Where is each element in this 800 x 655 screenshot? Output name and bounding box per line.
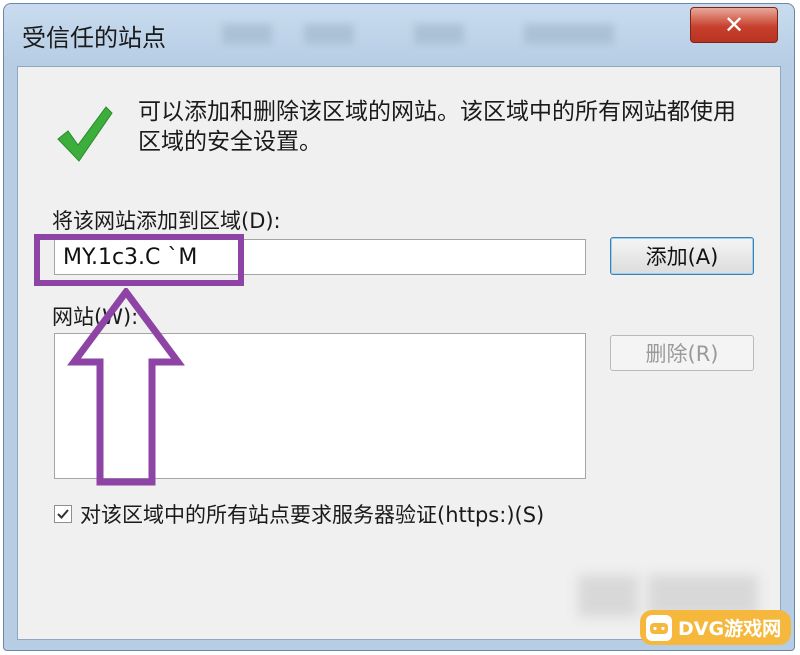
https-label: 对该区域中的所有站点要求服务器验证(https:)(S): [80, 503, 545, 527]
title-bar[interactable]: 受信任的站点 ✕: [4, 4, 794, 66]
gamepad-icon: [646, 614, 672, 641]
up-arrow-icon: [67, 288, 185, 486]
blurred-area: [222, 24, 272, 44]
blurred-area: [304, 24, 354, 44]
site-watermark: DVG游戏网: [640, 610, 792, 645]
green-check-icon: [57, 106, 113, 162]
blurred-area: [414, 24, 464, 44]
remove-button[interactable]: 删除(R): [610, 335, 754, 371]
dialog-title: 受信任的站点: [22, 24, 166, 52]
blurred-area: [578, 575, 638, 617]
add-site-label: 将该网站添加到区域(D):: [52, 209, 281, 233]
close-icon: ✕: [723, 11, 745, 39]
annotation-highlight-box: [34, 234, 244, 286]
watermark-text: DVG游戏网: [678, 618, 782, 640]
checkmark-icon: [57, 509, 69, 519]
zone-description: 可以添加和删除该区域的网站。该区域中的所有网站都使用区域的安全设置。: [138, 99, 736, 155]
blurred-area: [524, 24, 614, 44]
trusted-sites-dialog: 受信任的站点 ✕ 可以添加和删除该区域的网站。该区域中的所有网站都使用区域的安全…: [3, 3, 795, 651]
close-button[interactable]: ✕: [690, 7, 778, 43]
https-checkbox[interactable]: [54, 505, 72, 523]
add-button[interactable]: 添加(A): [610, 237, 754, 275]
https-verification-option[interactable]: 对该区域中的所有站点要求服务器验证(https:)(S): [54, 499, 544, 529]
